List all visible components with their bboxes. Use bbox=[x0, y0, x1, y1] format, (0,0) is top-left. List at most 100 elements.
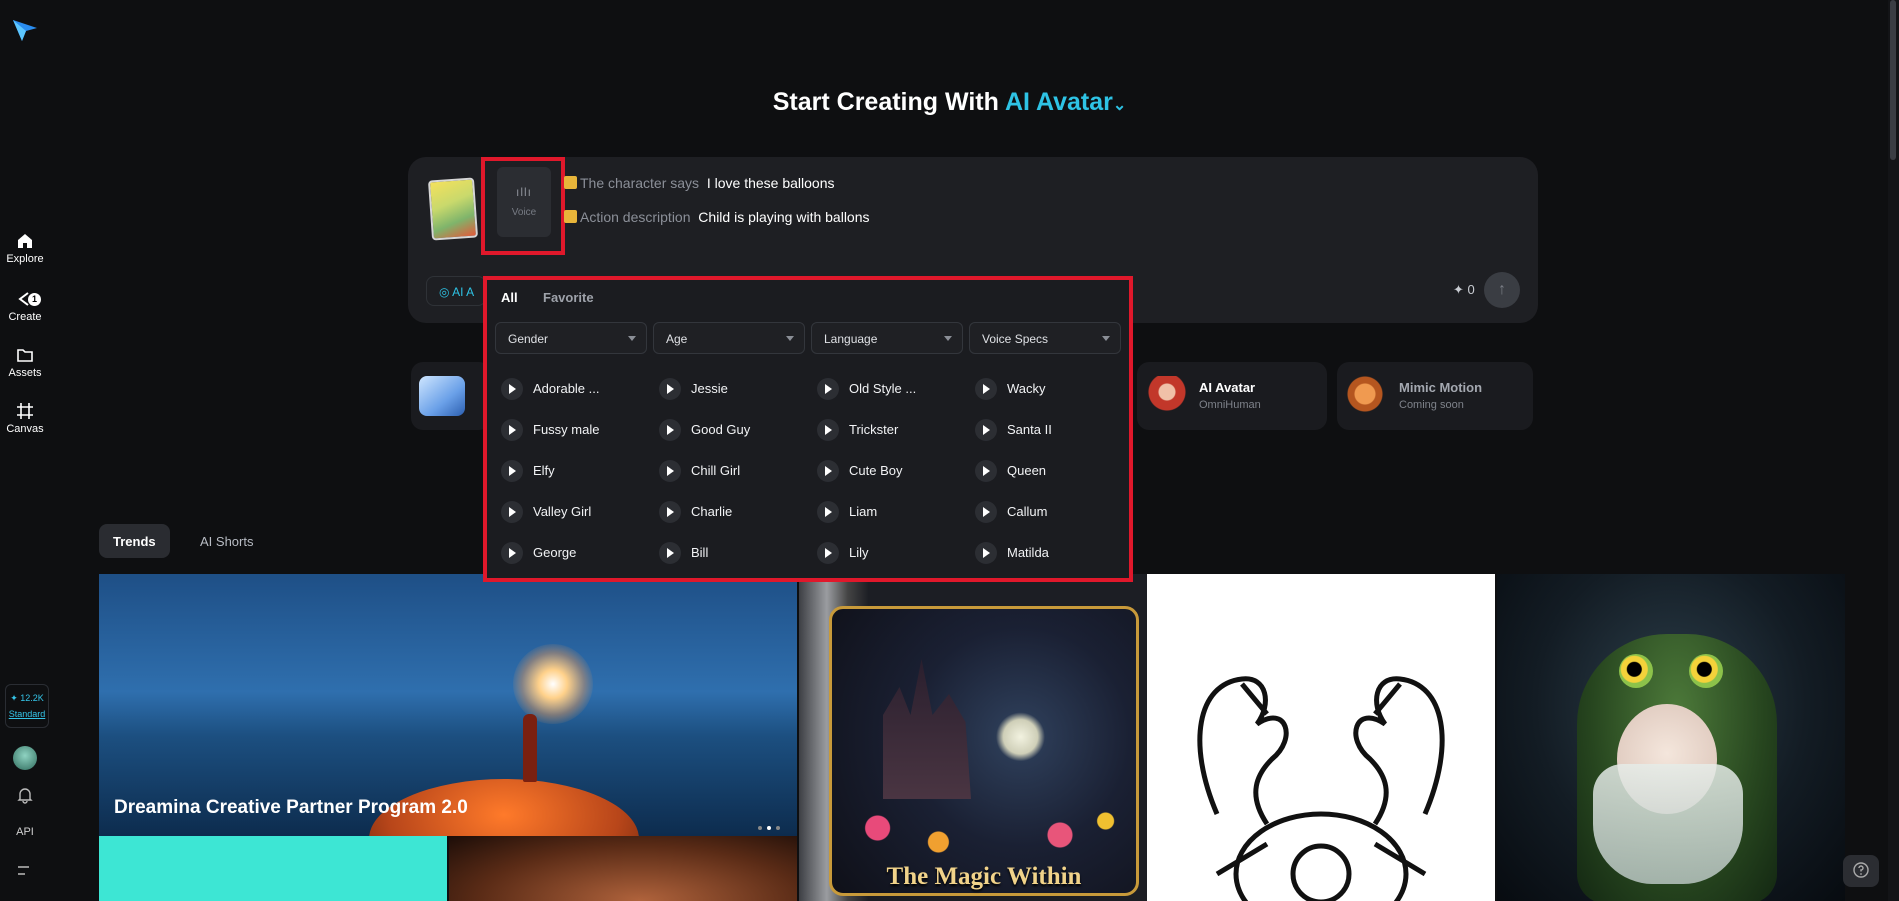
play-icon[interactable] bbox=[975, 501, 997, 523]
sidebar-item-explore[interactable]: Explore bbox=[0, 232, 50, 265]
credits-box[interactable]: ✦ 12.2K Standard bbox=[5, 684, 49, 728]
gallery-tile[interactable] bbox=[449, 836, 797, 901]
play-icon[interactable] bbox=[817, 501, 839, 523]
language-filter[interactable]: Language bbox=[811, 322, 963, 354]
voice-item[interactable]: Jessie bbox=[659, 376, 809, 402]
play-icon[interactable] bbox=[975, 419, 997, 441]
hero-figure bbox=[523, 714, 537, 782]
voice-item[interactable]: Callum bbox=[975, 499, 1125, 525]
voice-item[interactable]: Matilda bbox=[975, 540, 1125, 566]
character-image-thumbnail[interactable] bbox=[427, 177, 479, 241]
menu-icon[interactable] bbox=[17, 864, 33, 878]
voice-item[interactable]: Good Guy bbox=[659, 417, 809, 443]
page-scrollbar[interactable] bbox=[1888, 0, 1899, 901]
play-icon[interactable] bbox=[817, 378, 839, 400]
bell-icon[interactable] bbox=[16, 786, 34, 804]
carousel-dots[interactable] bbox=[758, 817, 785, 835]
play-icon[interactable] bbox=[501, 460, 523, 482]
filter-label: Gender bbox=[508, 332, 549, 346]
tab-all[interactable]: All bbox=[501, 290, 518, 305]
scrollbar-thumb[interactable] bbox=[1890, 0, 1896, 160]
action-value[interactable]: Child is playing with ballons bbox=[698, 209, 869, 225]
play-icon[interactable] bbox=[975, 460, 997, 482]
play-icon[interactable] bbox=[501, 419, 523, 441]
voice-item[interactable]: Elfy bbox=[501, 458, 651, 484]
send-button[interactable]: ↑ bbox=[1484, 272, 1520, 308]
says-value[interactable]: I love these balloons bbox=[707, 175, 835, 191]
voice-item[interactable]: Adorable ... bbox=[501, 376, 651, 402]
sidebar-item-assets[interactable]: Assets bbox=[0, 346, 50, 379]
artwork-title: The Magic Within bbox=[886, 863, 1082, 890]
mode-pill[interactable]: ◎ AI A bbox=[426, 276, 486, 306]
voice-item[interactable]: Chill Girl bbox=[659, 458, 809, 484]
girl-hair bbox=[1593, 764, 1743, 884]
tab-favorite[interactable]: Favorite bbox=[543, 290, 594, 305]
model-card-ai-avatar[interactable]: AI Avatar OmniHuman bbox=[1137, 362, 1327, 430]
play-icon[interactable] bbox=[659, 419, 681, 441]
play-icon[interactable] bbox=[659, 460, 681, 482]
gender-filter[interactable]: Gender bbox=[495, 322, 647, 354]
voice-name: Charlie bbox=[691, 504, 733, 519]
user-avatar[interactable] bbox=[13, 746, 37, 770]
play-icon[interactable] bbox=[817, 419, 839, 441]
voice-specs-filter[interactable]: Voice Specs bbox=[969, 322, 1121, 354]
voice-item[interactable]: Trickster bbox=[817, 417, 967, 443]
voice-button-highlight bbox=[481, 157, 565, 255]
action-line[interactable]: Action description Child is playing with… bbox=[564, 209, 870, 225]
create-badge: 1 bbox=[28, 293, 41, 306]
chevron-down-icon[interactable]: ⌄ bbox=[1113, 97, 1126, 114]
voice-item[interactable]: Liam bbox=[817, 499, 967, 525]
model-card-mimic-motion[interactable]: Mimic Motion Coming soon bbox=[1337, 362, 1533, 430]
title-prefix: Start Creating With bbox=[772, 88, 999, 116]
voice-item[interactable]: Lily bbox=[817, 540, 967, 566]
play-icon[interactable] bbox=[659, 542, 681, 564]
voice-item[interactable]: Old Style ... bbox=[817, 376, 967, 402]
sidebar-item-canvas[interactable]: Canvas bbox=[0, 402, 50, 435]
play-icon[interactable] bbox=[501, 501, 523, 523]
folder-icon bbox=[17, 349, 33, 362]
mode-selector[interactable]: AI Avatar bbox=[1005, 88, 1113, 116]
voice-name: Bill bbox=[691, 545, 709, 560]
voice-item[interactable]: Valley Girl bbox=[501, 499, 651, 525]
voice-item[interactable]: Charlie bbox=[659, 499, 809, 525]
play-icon[interactable] bbox=[975, 542, 997, 564]
play-icon[interactable] bbox=[817, 460, 839, 482]
voice-name: Matilda bbox=[1007, 545, 1049, 560]
voice-item[interactable]: Queen bbox=[975, 458, 1125, 484]
play-icon[interactable] bbox=[501, 378, 523, 400]
voice-name: Cute Boy bbox=[849, 463, 903, 478]
plan-tier-link[interactable]: Standard bbox=[6, 709, 48, 719]
tab-ai-shorts[interactable]: AI Shorts bbox=[186, 524, 267, 558]
says-line[interactable]: The character says I love these balloons bbox=[564, 175, 834, 191]
play-icon[interactable] bbox=[817, 542, 839, 564]
hero-banner[interactable]: Dreamina Creative Partner Program 2.0 bbox=[99, 574, 797, 836]
voice-name: Wacky bbox=[1007, 381, 1046, 396]
voice-item[interactable]: Bill bbox=[659, 540, 809, 566]
model-card-image[interactable] bbox=[411, 362, 491, 430]
frog-eye-right bbox=[1689, 654, 1723, 688]
age-filter[interactable]: Age bbox=[653, 322, 805, 354]
play-icon[interactable] bbox=[659, 378, 681, 400]
gallery-tile-magic-within[interactable]: The Magic Within bbox=[799, 574, 1147, 901]
voice-name: Fussy male bbox=[533, 422, 600, 437]
voice-item[interactable]: Wacky bbox=[975, 376, 1125, 402]
voice-item[interactable]: Cute Boy bbox=[817, 458, 967, 484]
voice-name: Liam bbox=[849, 504, 878, 519]
gallery-tile-frog-girl[interactable] bbox=[1497, 574, 1845, 901]
help-button[interactable] bbox=[1843, 855, 1879, 887]
tab-trends[interactable]: Trends bbox=[99, 524, 170, 558]
voice-item[interactable]: George bbox=[501, 540, 651, 566]
voice-item[interactable]: Santa II bbox=[975, 417, 1125, 443]
model-card-thumbnail bbox=[419, 376, 465, 416]
dreamina-logo-icon[interactable] bbox=[12, 18, 38, 42]
play-icon[interactable] bbox=[501, 542, 523, 564]
play-icon[interactable] bbox=[659, 501, 681, 523]
api-link[interactable]: API bbox=[0, 826, 50, 838]
home-icon bbox=[18, 234, 32, 248]
play-icon[interactable] bbox=[975, 378, 997, 400]
gallery-tile-crab[interactable] bbox=[1147, 574, 1495, 901]
caret-down-icon bbox=[786, 336, 794, 341]
voice-item[interactable]: Fussy male bbox=[501, 417, 651, 443]
sidebar-item-create[interactable]: 1 Create bbox=[0, 290, 50, 323]
gallery-tile[interactable] bbox=[99, 836, 447, 901]
